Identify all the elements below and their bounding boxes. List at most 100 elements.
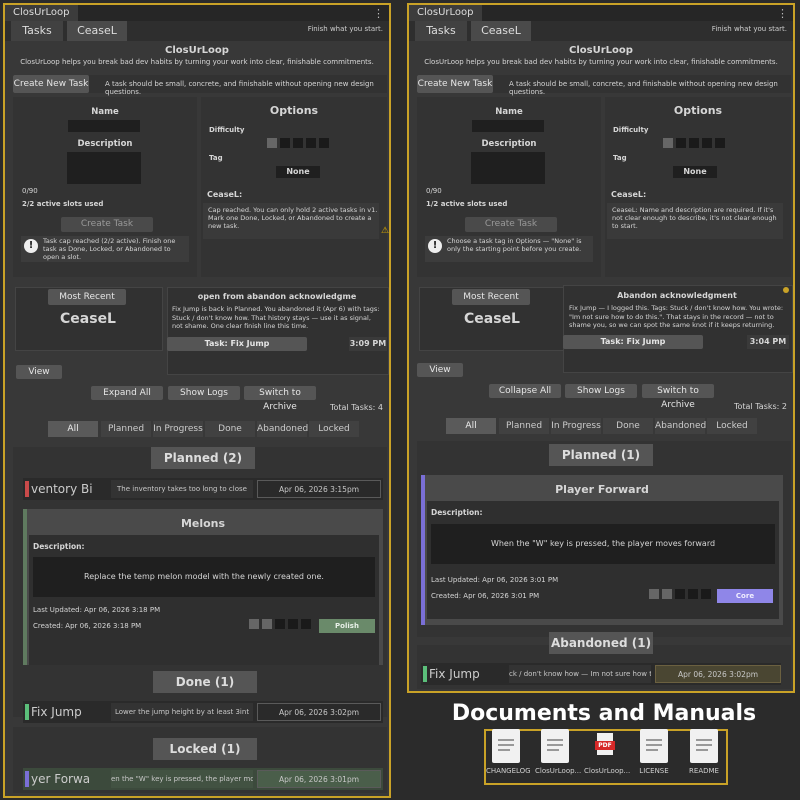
task-row-fix-jump[interactable]: Fix Jump ck / don't know how — Im not su… bbox=[421, 663, 781, 685]
filter-all[interactable]: All bbox=[446, 418, 496, 434]
difficulty-label: Difficulty bbox=[209, 126, 245, 134]
difficulty-square-5[interactable] bbox=[715, 138, 725, 148]
message-body: Fix Jump is back in Planned. You abandon… bbox=[172, 305, 380, 330]
tab-ceasel[interactable]: CeaseL bbox=[471, 21, 531, 41]
description-label: Description: bbox=[33, 542, 85, 551]
most-recent-button[interactable]: Most Recent bbox=[48, 289, 126, 305]
filter-planned[interactable]: Planned bbox=[499, 418, 549, 434]
planned-header[interactable]: Planned (1) bbox=[549, 444, 653, 466]
difficulty-square-3[interactable] bbox=[293, 138, 303, 148]
tag-select[interactable]: None bbox=[673, 166, 717, 178]
difficulty-square-4[interactable] bbox=[306, 138, 316, 148]
filter-planned[interactable]: Planned bbox=[101, 421, 151, 437]
difficulty-square-2[interactable] bbox=[676, 138, 686, 148]
tag-select[interactable]: None bbox=[276, 166, 320, 178]
task-row-inventory[interactable]: ventory Bi The inventory takes too long … bbox=[23, 478, 383, 500]
difficulty-square-5[interactable] bbox=[319, 138, 329, 148]
difficulty-selector[interactable] bbox=[267, 138, 329, 148]
task-name: ventory Bi bbox=[31, 482, 93, 496]
ceasel-label: CeaseL: bbox=[207, 190, 243, 199]
doc-closurloop-1[interactable]: ClosUrLoop... bbox=[535, 729, 582, 775]
difficulty-selector[interactable] bbox=[663, 138, 725, 148]
switch-archive-button[interactable]: Switch to Archive bbox=[642, 384, 714, 410]
filter-all[interactable]: All bbox=[48, 421, 98, 437]
filter-in-progress[interactable]: In Progress bbox=[153, 421, 203, 437]
filter-done[interactable]: Done bbox=[603, 418, 653, 434]
create-task-button[interactable]: Create Task bbox=[61, 217, 153, 232]
kebab-menu-icon[interactable]: ⋮ bbox=[373, 7, 389, 20]
filter-locked[interactable]: Locked bbox=[707, 418, 757, 434]
total-tasks: Total Tasks: 2 bbox=[734, 402, 787, 411]
tagline: ClosUrLoop helps you break bad dev habit… bbox=[424, 58, 778, 66]
abandoned-header[interactable]: Abandoned (1) bbox=[549, 632, 653, 654]
show-logs-button[interactable]: Show Logs bbox=[565, 384, 637, 398]
done-header[interactable]: Done (1) bbox=[153, 671, 257, 693]
task-date: Apr 06, 2026 3:02pm bbox=[655, 665, 781, 683]
created-date: Created: Apr 06, 2026 3:01 PM bbox=[431, 592, 540, 600]
view-button[interactable]: View bbox=[16, 365, 62, 379]
filter-locked[interactable]: Locked bbox=[309, 421, 359, 437]
create-new-task-button[interactable]: Create New Task bbox=[13, 75, 89, 93]
motto: Finish what you start. bbox=[307, 25, 383, 33]
tab-ceasel[interactable]: CeaseL bbox=[67, 21, 127, 41]
difficulty-square-3 bbox=[675, 589, 685, 599]
name-input[interactable] bbox=[472, 120, 544, 132]
last-updated: Last Updated: Apr 06, 2026 3:18 PM bbox=[33, 606, 161, 614]
difficulty-square-2[interactable] bbox=[280, 138, 290, 148]
window-title: ClosUrLoop bbox=[5, 5, 78, 21]
switch-archive-button[interactable]: Switch to Archive bbox=[244, 386, 316, 412]
kebab-menu-icon[interactable]: ⋮ bbox=[777, 7, 793, 20]
doc-readme[interactable]: README bbox=[684, 729, 724, 775]
collapse-all-button[interactable]: Collapse All bbox=[489, 384, 561, 398]
description-input[interactable] bbox=[67, 152, 141, 184]
task-row-fix-jump[interactable]: Fix Jump Lower the jump height by at lea… bbox=[23, 701, 383, 723]
ceasel-message: CeaseL: Name and description are require… bbox=[612, 206, 777, 230]
card-body bbox=[29, 535, 379, 669]
doc-license[interactable]: LICENSE bbox=[634, 729, 674, 775]
document-icon bbox=[640, 729, 668, 763]
info-text: Choose a task tag in Options — "None" is… bbox=[447, 237, 582, 253]
options-panel bbox=[605, 97, 791, 277]
doc-name: ClosUrLoop... bbox=[535, 767, 582, 775]
task-link-button[interactable]: Task: Fix Jump bbox=[563, 335, 703, 349]
card-description: Replace the temp melon model with the ne… bbox=[33, 557, 375, 597]
difficulty-indicator bbox=[249, 619, 311, 629]
tab-tasks[interactable]: Tasks bbox=[11, 21, 63, 41]
view-button[interactable]: View bbox=[417, 363, 463, 377]
info-icon: ! bbox=[24, 239, 38, 253]
expand-all-button[interactable]: Expand All bbox=[91, 386, 163, 400]
description-input[interactable] bbox=[471, 152, 545, 184]
tab-bar: Tasks CeaseL Finish what you start. bbox=[409, 21, 793, 41]
tag-badge: Polish bbox=[319, 619, 375, 633]
create-new-task-button[interactable]: Create New Task bbox=[417, 75, 493, 93]
create-task-button[interactable]: Create Task bbox=[465, 217, 557, 232]
filter-in-progress[interactable]: In Progress bbox=[551, 418, 601, 434]
show-logs-button[interactable]: Show Logs bbox=[168, 386, 240, 400]
doc-closurloop-pdf[interactable]: PDF ClosUrLoop... bbox=[584, 729, 630, 775]
task-name: Fix Jump bbox=[429, 667, 480, 681]
difficulty-square-1[interactable] bbox=[663, 138, 673, 148]
task-card-melons[interactable]: Melons Description: Replace the temp mel… bbox=[23, 509, 383, 677]
last-updated: Last Updated: Apr 06, 2026 3:01 PM bbox=[431, 576, 559, 584]
difficulty-square-1 bbox=[249, 619, 259, 629]
task-link-button[interactable]: Task: Fix Jump bbox=[167, 337, 307, 351]
document-icon bbox=[541, 729, 569, 763]
task-card-player-forward[interactable]: Player Forward Description: When the "W"… bbox=[421, 475, 783, 625]
planned-header[interactable]: Planned (2) bbox=[151, 447, 255, 469]
most-recent-button[interactable]: Most Recent bbox=[452, 289, 530, 305]
pdf-icon: PDF bbox=[590, 729, 618, 763]
difficulty-square-4[interactable] bbox=[702, 138, 712, 148]
difficulty-square-1[interactable] bbox=[267, 138, 277, 148]
difficulty-square-3[interactable] bbox=[689, 138, 699, 148]
filter-abandoned[interactable]: Abandoned bbox=[655, 418, 706, 434]
locked-header[interactable]: Locked (1) bbox=[153, 738, 257, 760]
task-row-player-forward[interactable]: yer Forwa en the "W" key is pressed, the… bbox=[23, 768, 383, 790]
filter-done[interactable]: Done bbox=[205, 421, 255, 437]
tab-tasks[interactable]: Tasks bbox=[415, 21, 467, 41]
doc-name: LICENSE bbox=[639, 767, 669, 775]
difficulty-square-4 bbox=[288, 619, 298, 629]
filter-abandoned[interactable]: Abandoned bbox=[257, 421, 308, 437]
name-input[interactable] bbox=[68, 120, 140, 132]
doc-changelog[interactable]: CHANGELOG bbox=[486, 729, 531, 775]
ceasel-message: Cap reached. You can only hold 2 active … bbox=[208, 206, 378, 230]
